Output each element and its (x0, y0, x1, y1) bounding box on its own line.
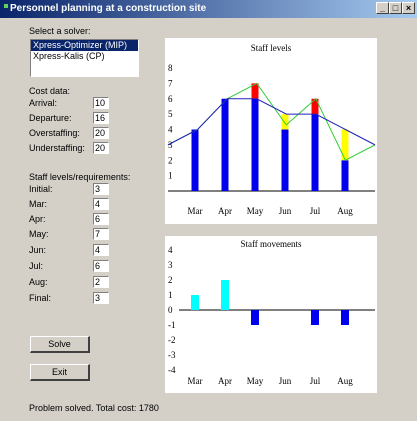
initial-label: Initial: (29, 184, 53, 194)
x-tick-label: Apr (218, 376, 232, 386)
staff-levels-title: Staff levels (251, 43, 292, 53)
arrival-bar (191, 295, 199, 310)
apr-label: Apr: (29, 214, 46, 224)
x-tick-label: Mar (188, 376, 203, 386)
overstaffing-label: Overstaffing: (29, 128, 80, 138)
jul-label: Jul: (29, 261, 44, 271)
close-button[interactable]: × (402, 2, 415, 14)
departure-label: Departure: (29, 113, 72, 123)
x-tick-label: Jun (279, 206, 292, 216)
aug-label: Aug: (29, 277, 48, 287)
solver-option-cp[interactable]: Xpress-Kalis (CP) (31, 51, 138, 62)
window-title: Personnel planning at a construction sit… (10, 3, 207, 14)
solve-button[interactable]: Solve (30, 336, 90, 353)
staff-level-bar (191, 129, 199, 191)
understaffing-label: Understaffing: (29, 143, 85, 153)
y-tick-label: 0 (168, 305, 173, 315)
overstaffing-bar (281, 114, 289, 130)
cost-data-label: Cost data: (29, 86, 71, 96)
exit-button[interactable]: Exit (30, 364, 90, 381)
y-tick-label: 5 (168, 109, 173, 119)
y-tick-label: -2 (168, 335, 176, 345)
x-tick-label: Apr (218, 206, 232, 216)
solver-label: Select a solver: (29, 26, 91, 36)
may-label: May: (29, 229, 49, 239)
x-tick-label: May (247, 206, 264, 216)
may-requirement-input[interactable]: 7 (93, 228, 109, 240)
final-label: Final: (29, 293, 52, 303)
solver-listbox[interactable]: Xpress-Optimizer (MIP) Xpress-Kalis (CP) (30, 39, 139, 77)
x-tick-label: Jul (310, 376, 321, 386)
arrival-cost-input[interactable]: 10 (93, 97, 109, 109)
staff-levels-chart: Staff levels 12345678Mar Apr May Jun Jul Aug (167, 43, 376, 216)
x-tick-label: Jun (279, 376, 292, 386)
overstaffing-cost-input[interactable]: 20 (93, 127, 109, 139)
understaffing-cost-input[interactable]: 20 (93, 142, 109, 154)
window-titlebar[interactable]: Personnel planning at a construction sit… (0, 0, 417, 18)
mar-requirement-input[interactable]: 4 (93, 198, 109, 210)
staff-level-bar (311, 114, 319, 191)
jul-requirement-input[interactable]: 6 (93, 260, 109, 272)
staff-movements-chart: Staff movements 4 3 2 1 0 -1 -2 -3 -4 Mar Apr May Ju… (168, 239, 375, 386)
window-controls: _ □ × (376, 2, 415, 14)
y-tick-label: 2 (168, 155, 173, 165)
solver-option-mip[interactable]: Xpress-Optimizer (MIP) (31, 40, 138, 51)
y-tick-label: 7 (168, 78, 173, 88)
staff-level-bar (341, 160, 349, 191)
y-tick-label: -1 (168, 320, 176, 330)
y-tick-label: 6 (168, 94, 173, 104)
x-tick-label: Aug (337, 206, 353, 216)
staff-level-bar (221, 98, 229, 191)
jun-requirement-input[interactable]: 4 (93, 244, 109, 256)
x-tick-label: May (247, 376, 264, 386)
y-tick-label: 4 (168, 125, 173, 135)
apr-requirement-input[interactable]: 6 (93, 213, 109, 225)
departure-bar (341, 310, 349, 325)
app-icon (4, 4, 8, 8)
y-tick-label: 1 (168, 171, 173, 181)
y-tick-label: 3 (168, 260, 173, 270)
departure-bar (311, 310, 319, 325)
staff-levels-label: Staff levels/requirements: (29, 172, 131, 182)
final-staff-input[interactable]: 3 (93, 292, 109, 304)
staff-level-bar (251, 98, 259, 191)
y-tick-label: -3 (168, 350, 176, 360)
y-tick-label: 8 (168, 63, 173, 73)
arrival-label: Arrival: (29, 98, 58, 108)
arrival-bar (221, 280, 229, 310)
staff-movements-chart-panel: Staff movements 4 3 2 1 0 -1 -2 -3 -4 Mar Apr May Ju… (165, 236, 377, 393)
departure-bar (251, 310, 259, 325)
aug-requirement-input[interactable]: 2 (93, 276, 109, 288)
y-tick-label: 2 (168, 275, 173, 285)
departure-cost-input[interactable]: 16 (93, 112, 109, 124)
y-tick-label: -4 (168, 365, 176, 375)
initial-staff-input[interactable]: 3 (93, 183, 109, 195)
staff-level-bar (281, 129, 289, 191)
status-text: Problem solved. Total cost: 1780 (29, 403, 159, 413)
staff-levels-chart-panel: Staff levels 1 2 3 4 5 6 7 8 Mar Apr May Jun Jul Aug (165, 38, 377, 224)
x-tick-label: Aug (337, 376, 353, 386)
mar-label: Mar: (29, 199, 47, 209)
maximize-button[interactable]: □ (389, 2, 402, 14)
x-tick-label: Jul (310, 206, 321, 216)
overstaffing-bar (341, 129, 349, 161)
x-tick-label: Mar (188, 206, 203, 216)
minimize-button[interactable]: _ (376, 2, 389, 14)
y-tick-label: 1 (168, 290, 173, 300)
jun-label: Jun: (29, 245, 47, 255)
staff-movements-title: Staff movements (240, 239, 302, 249)
y-tick-label: 4 (168, 245, 173, 255)
